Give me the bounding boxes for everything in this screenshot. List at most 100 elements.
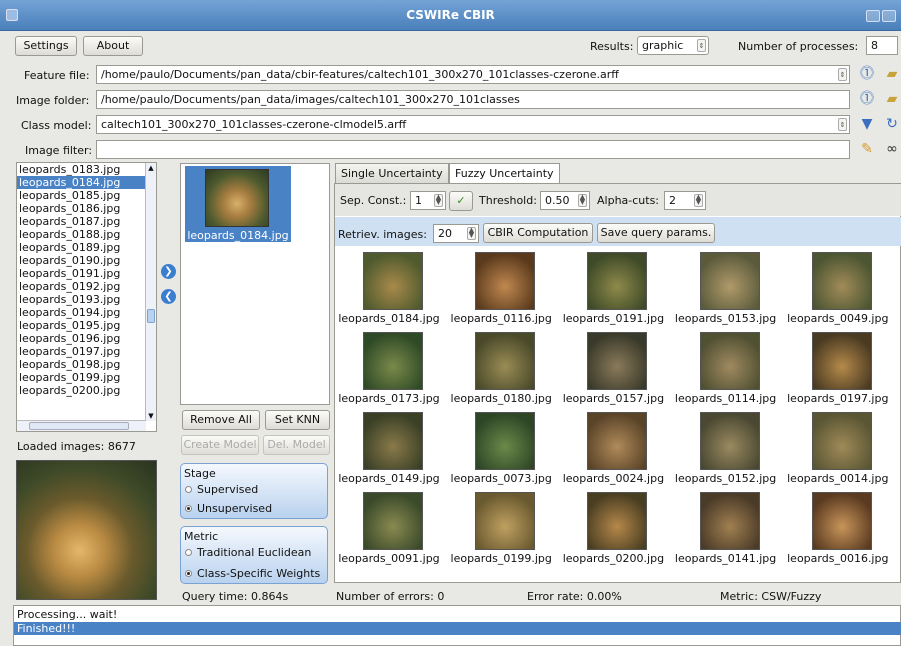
spinner-arrows-icon[interactable]: ▲ ▼: [694, 194, 703, 207]
result-item[interactable]: leopards_0149.jpg: [334, 408, 444, 486]
pencil-icon[interactable]: ✎: [859, 141, 875, 157]
list-item[interactable]: leopards_0200.jpg: [17, 384, 156, 397]
euclidean-label[interactable]: Traditional Euclidean: [197, 546, 311, 559]
spinner-arrows-icon[interactable]: ▲ ▼: [434, 194, 443, 207]
image-filter-input[interactable]: [96, 140, 850, 159]
result-item[interactable]: leopards_0180.jpg: [446, 328, 556, 406]
unsupervised-radio[interactable]: [185, 505, 192, 512]
alpha-cuts-spinner[interactable]: 2 ▲ ▼: [664, 191, 706, 210]
info-icon[interactable]: ⓵: [859, 91, 875, 107]
result-caption: leopards_0200.jpg: [562, 552, 665, 565]
folder-open-icon[interactable]: ▰: [884, 91, 900, 107]
list-item[interactable]: leopards_0184.jpg: [17, 176, 156, 189]
result-item[interactable]: leopards_0173.jpg: [334, 328, 444, 406]
about-button[interactable]: About: [83, 36, 143, 56]
info-icon[interactable]: ⓵: [859, 66, 875, 82]
scroll-thumb[interactable]: [29, 422, 129, 430]
result-item[interactable]: leopards_0014.jpg: [783, 408, 893, 486]
result-item[interactable]: leopards_0141.jpg: [671, 488, 781, 566]
binoculars-icon[interactable]: ∞: [884, 141, 900, 157]
result-item[interactable]: leopards_0024.jpg: [558, 408, 668, 486]
supervised-label[interactable]: Supervised: [197, 483, 258, 496]
list-item[interactable]: leopards_0183.jpg: [17, 163, 156, 176]
processes-input[interactable]: 8: [866, 36, 898, 55]
result-item[interactable]: leopards_0049.jpg: [783, 248, 893, 326]
image-folder-input[interactable]: /home/paulo/Documents/pan_data/images/ca…: [96, 90, 850, 109]
list-item[interactable]: leopards_0193.jpg: [17, 293, 156, 306]
list-vertical-scrollbar[interactable]: ▲ ▼: [145, 163, 156, 421]
scroll-up-icon[interactable]: ▲: [146, 163, 156, 173]
unsupervised-label[interactable]: Unsupervised: [197, 502, 272, 515]
tab-single-uncertainty[interactable]: Single Uncertainty: [335, 163, 449, 183]
list-item[interactable]: leopards_0190.jpg: [17, 254, 156, 267]
result-item[interactable]: leopards_0184.jpg: [334, 248, 444, 326]
cbir-computation-button[interactable]: CBIR Computation: [483, 223, 593, 243]
scroll-down-icon[interactable]: ▼: [146, 411, 156, 421]
list-item[interactable]: leopards_0198.jpg: [17, 358, 156, 371]
result-caption: leopards_0073.jpg: [450, 472, 552, 485]
remove-left-icon[interactable]: ❮: [161, 289, 176, 304]
result-item[interactable]: leopards_0197.jpg: [783, 328, 893, 406]
list-item[interactable]: leopards_0186.jpg: [17, 202, 156, 215]
list-item[interactable]: leopards_0189.jpg: [17, 241, 156, 254]
list-horizontal-scrollbar[interactable]: [17, 420, 146, 431]
alpha-cuts-label: Alpha-cuts:: [597, 194, 660, 207]
filter-icon[interactable]: ▼: [859, 116, 875, 132]
result-item[interactable]: leopards_0016.jpg: [783, 488, 893, 566]
confirm-check-button[interactable]: ✓: [449, 191, 473, 211]
query-image-panel[interactable]: leopards_0184.jpg: [180, 163, 330, 405]
result-thumbnail: [587, 332, 648, 390]
list-item[interactable]: leopards_0194.jpg: [17, 306, 156, 319]
result-item[interactable]: leopards_0116.jpg: [446, 248, 556, 326]
list-item[interactable]: leopards_0196.jpg: [17, 332, 156, 345]
list-item[interactable]: leopards_0188.jpg: [17, 228, 156, 241]
list-item[interactable]: leopards_0192.jpg: [17, 280, 156, 293]
result-item[interactable]: leopards_0073.jpg: [446, 408, 556, 486]
list-item[interactable]: leopards_0199.jpg: [17, 371, 156, 384]
results-select[interactable]: graphic ⇕: [637, 36, 709, 55]
remove-all-button[interactable]: Remove All: [182, 410, 260, 430]
result-item[interactable]: leopards_0199.jpg: [446, 488, 556, 566]
list-item[interactable]: leopards_0197.jpg: [17, 345, 156, 358]
csw-label[interactable]: Class-Specific Weights: [197, 567, 320, 580]
class-model-select[interactable]: caltech101_300x270_101classes-czerone-cl…: [96, 115, 850, 134]
result-item[interactable]: leopards_0157.jpg: [558, 328, 668, 406]
threshold-spinner[interactable]: 0.50 ▲ ▼: [540, 191, 590, 210]
list-item[interactable]: leopards_0195.jpg: [17, 319, 156, 332]
result-item[interactable]: leopards_0191.jpg: [558, 248, 668, 326]
results-value: graphic: [642, 39, 684, 52]
result-item[interactable]: leopards_0091.jpg: [334, 488, 444, 566]
query-image-selected[interactable]: leopards_0184.jpg: [185, 166, 291, 242]
add-right-icon[interactable]: ❯: [161, 264, 176, 279]
result-item[interactable]: leopards_0114.jpg: [671, 328, 781, 406]
list-item[interactable]: leopards_0187.jpg: [17, 215, 156, 228]
supervised-radio[interactable]: [185, 486, 192, 493]
settings-button[interactable]: Settings: [15, 36, 77, 56]
window-title: CSWIRe CBIR: [406, 8, 495, 22]
image-list[interactable]: leopards_0183.jpg leopards_0184.jpg leopar…: [16, 162, 157, 432]
folder-open-icon[interactable]: ▰: [884, 66, 900, 82]
spinner-arrows-icon[interactable]: ▲ ▼: [578, 194, 587, 207]
result-item[interactable]: leopards_0200.jpg: [558, 488, 668, 566]
feature-file-select[interactable]: /home/paulo/Documents/pan_data/cbir-feat…: [96, 65, 850, 84]
euclidean-radio[interactable]: [185, 549, 192, 556]
save-query-params-button[interactable]: Save query params.: [597, 223, 715, 243]
csw-radio[interactable]: [185, 570, 192, 577]
sep-const-spinner[interactable]: 1 ▲ ▼: [410, 191, 446, 210]
spinner-arrows-icon[interactable]: ▲ ▼: [467, 227, 476, 240]
minimize-button[interactable]: [866, 10, 880, 22]
tab-fuzzy-uncertainty[interactable]: Fuzzy Uncertainty: [449, 163, 560, 184]
set-knn-button[interactable]: Set KNN: [265, 410, 330, 430]
list-item[interactable]: leopards_0191.jpg: [17, 267, 156, 280]
alpha-cuts-value: 2: [669, 194, 676, 207]
refresh-icon[interactable]: ↻: [884, 116, 900, 132]
result-thumbnail: [587, 492, 648, 550]
result-item[interactable]: leopards_0152.jpg: [671, 408, 781, 486]
maximize-button[interactable]: [882, 10, 896, 22]
list-item[interactable]: leopards_0185.jpg: [17, 189, 156, 202]
create-model-button[interactable]: Create Model: [181, 435, 259, 455]
scroll-thumb[interactable]: [147, 309, 155, 323]
result-item[interactable]: leopards_0153.jpg: [671, 248, 781, 326]
retriev-images-spinner[interactable]: 20 ▲ ▼: [433, 224, 479, 243]
del-model-button[interactable]: Del. Model: [263, 435, 330, 455]
